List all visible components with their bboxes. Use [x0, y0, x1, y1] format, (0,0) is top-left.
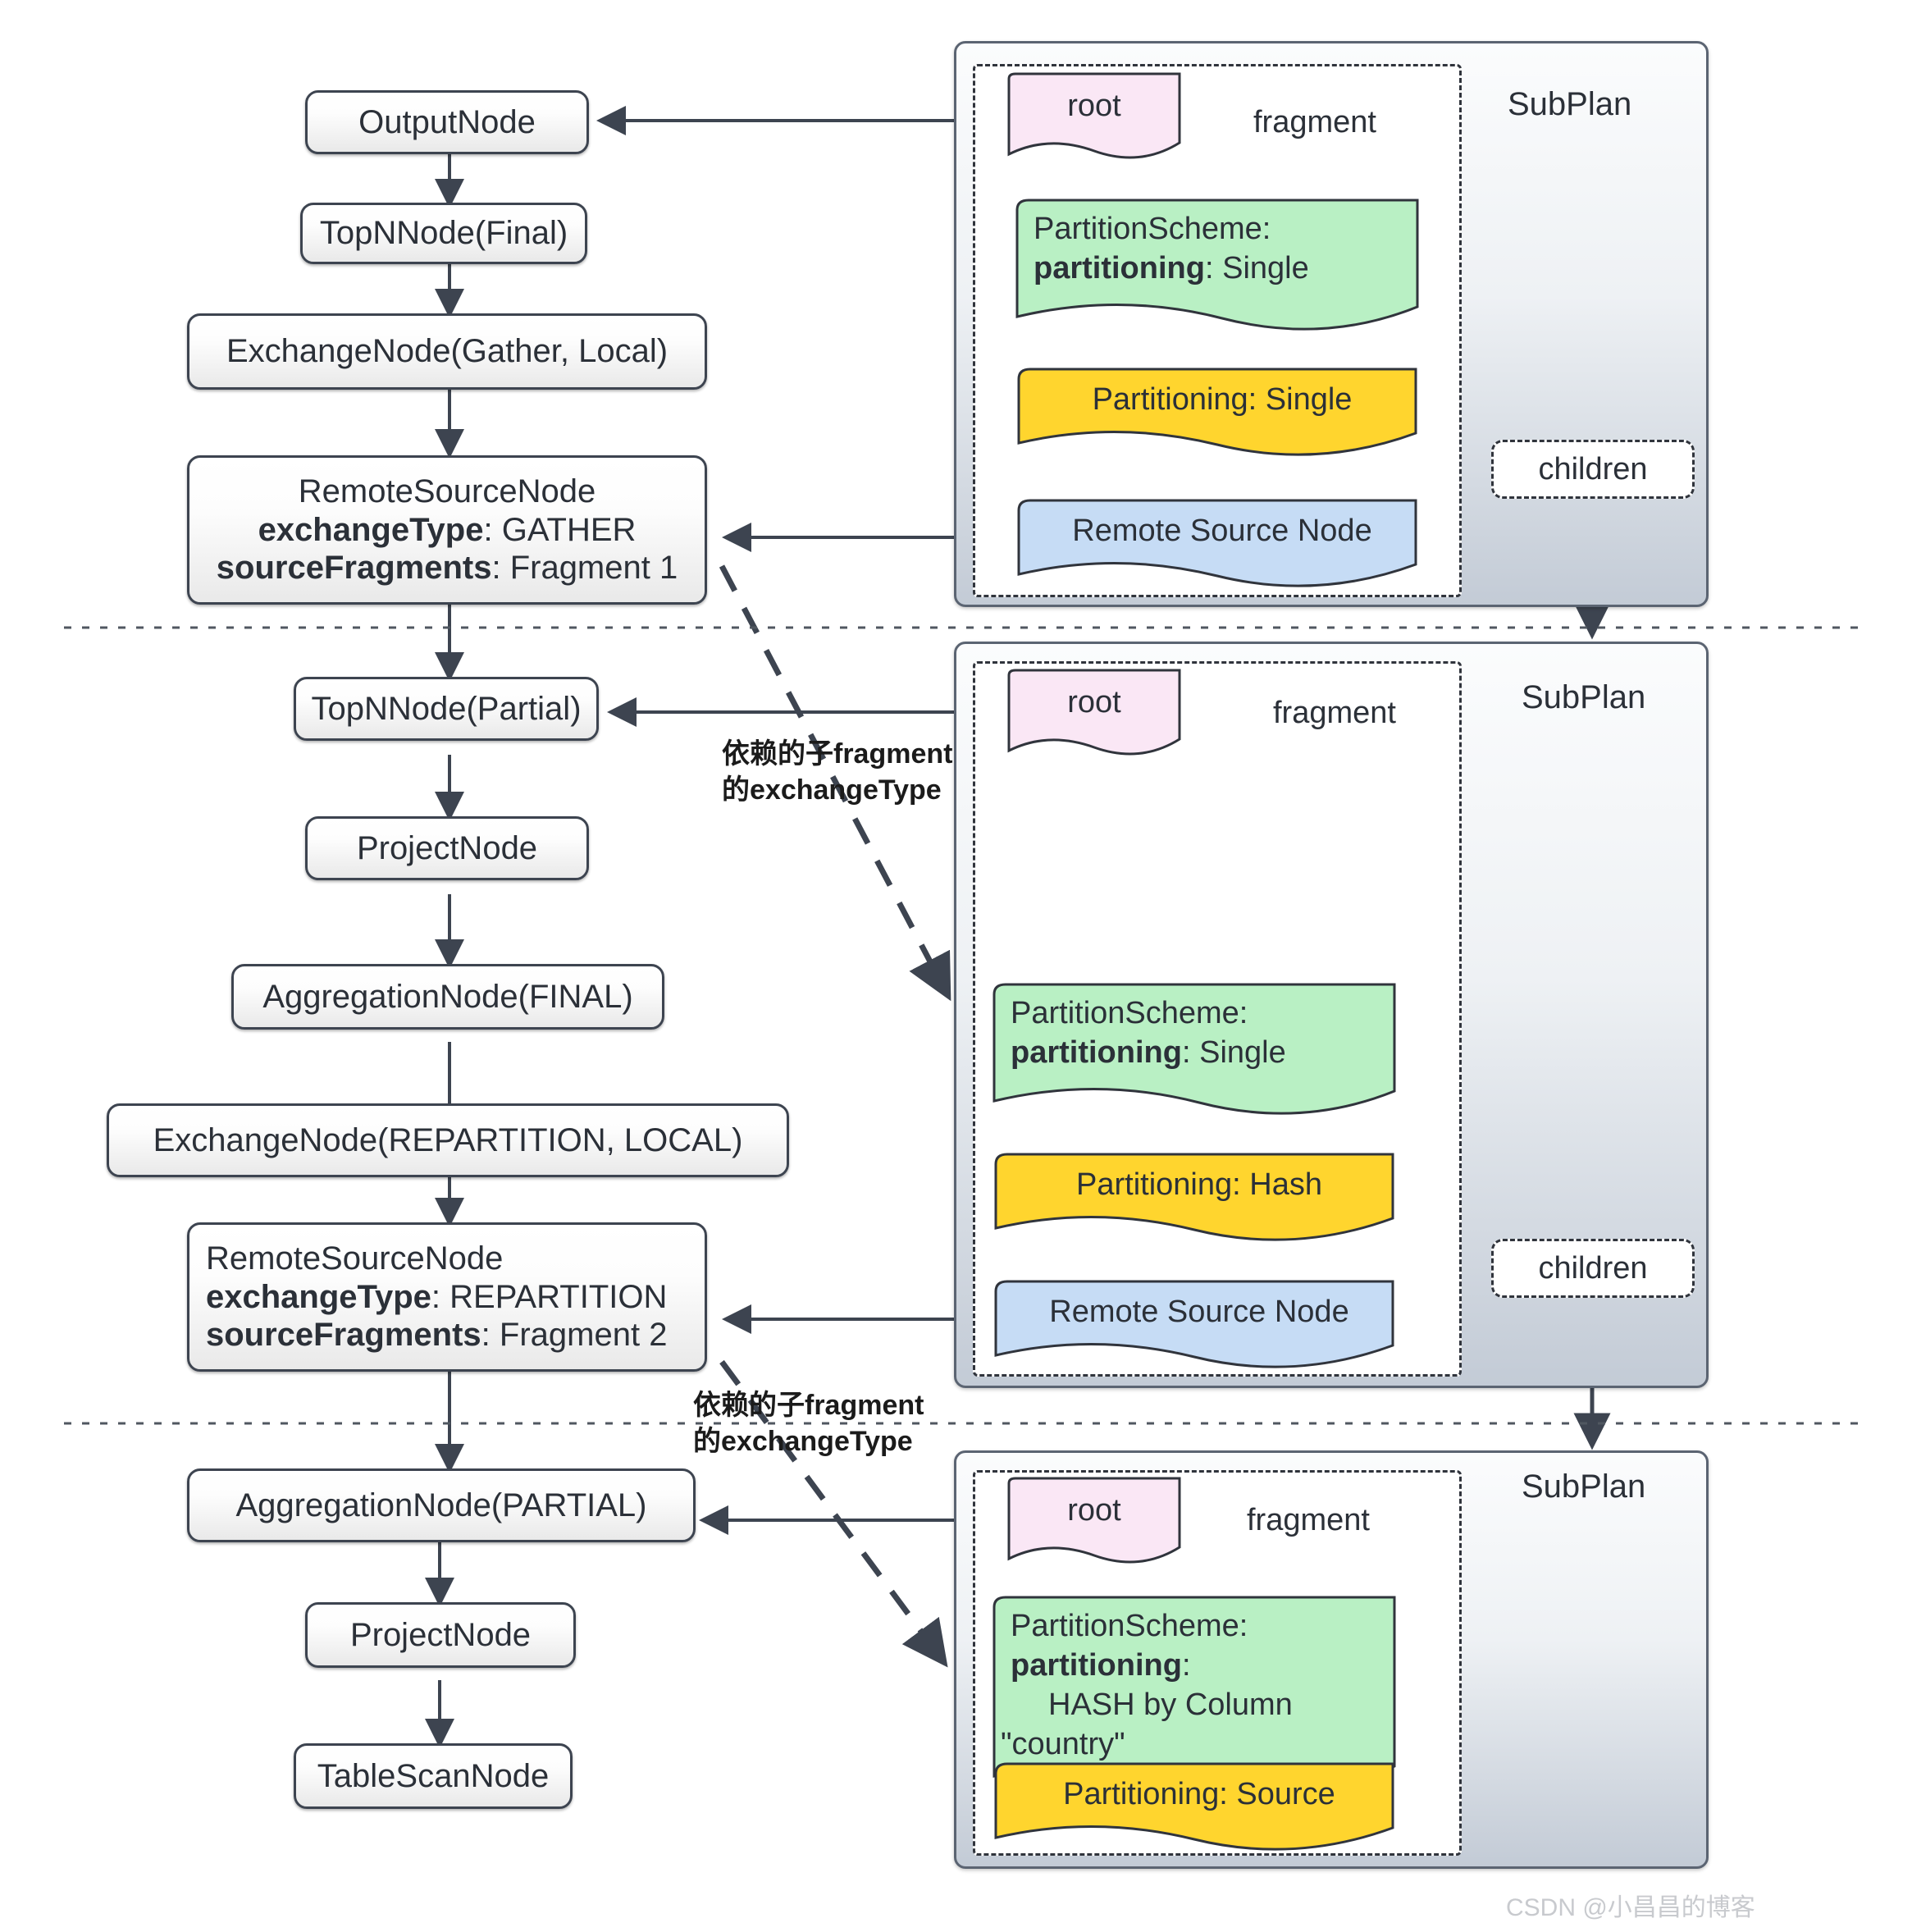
plan-node-label: ExchangeNode(Gather, Local): [226, 333, 669, 370]
root-doc-label-2: root: [1067, 685, 1121, 719]
children-label: children: [1538, 1250, 1648, 1286]
children-label: children: [1538, 451, 1648, 486]
root-doc-3[interactable]: root: [1002, 1477, 1186, 1567]
partition-scheme-text-2: PartitionScheme: partitioning: Single: [993, 983, 1406, 1085]
fragment-label-2: fragment: [1273, 696, 1396, 730]
partition-scheme-doc-1[interactable]: PartitionScheme: partitioning: Single: [1015, 199, 1429, 335]
plan-node-label: ProjectNode: [356, 829, 538, 866]
plan-node-label: ExchangeNode(REPARTITION, LOCAL): [153, 1121, 743, 1158]
fragment-label-3: fragment: [1247, 1503, 1370, 1537]
subplan-title-3: SubPlan: [1522, 1468, 1646, 1505]
plan-node-label: RemoteSourceNode: [298, 473, 596, 510]
plan-node-topn-partial[interactable]: TopNNode(Partial): [294, 677, 599, 741]
scheme-line1: PartitionScheme:: [1034, 212, 1271, 246]
plan-node-label: AggregationNode(PARTIAL): [235, 1487, 647, 1523]
plan-node-exchange-type: exchangeType: GATHER: [258, 511, 637, 548]
plan-node-label: TopNNode(Final): [319, 215, 568, 252]
scheme-line1: PartitionScheme:: [1011, 1609, 1248, 1643]
plan-node-exchange-gather[interactable]: ExchangeNode(Gather, Local): [187, 313, 707, 390]
plan-node-aggregation-final[interactable]: AggregationNode(FINAL): [231, 964, 664, 1030]
scheme-line2: partitioning: Single: [1034, 250, 1309, 285]
partitioning-doc-2[interactable]: Partitioning: Hash: [994, 1153, 1404, 1241]
subplan-title-1: SubPlan: [1508, 86, 1632, 122]
children-pill-2[interactable]: children: [1491, 1239, 1695, 1298]
plan-node-remote-source-gather[interactable]: RemoteSourceNode exchangeType: GATHER so…: [187, 455, 707, 605]
plan-node-table-scan[interactable]: TableScanNode: [294, 1743, 573, 1809]
remote-source-label-1: Remote Source Node: [1072, 514, 1372, 548]
plan-node-source-fragments: sourceFragments: Fragment 2: [206, 1317, 668, 1354]
partitioning-doc-3[interactable]: Partitioning: Source: [994, 1762, 1404, 1851]
plan-node-label: RemoteSourceNode: [206, 1240, 504, 1277]
partitioning-doc-1[interactable]: Partitioning: Single: [1017, 368, 1427, 456]
remote-source-doc-2[interactable]: Remote Source Node: [994, 1280, 1404, 1368]
plan-node-project-mid[interactable]: ProjectNode: [305, 816, 589, 880]
partition-scheme-text-3: PartitionScheme: partitioning: HASH by C…: [993, 1596, 1406, 1776]
root-doc-1[interactable]: root: [1002, 72, 1186, 162]
plan-node-label: TopNNode(Partial): [311, 690, 582, 727]
watermark: CSDN @小昌昌的博客: [1506, 1894, 1755, 1921]
plan-node-output-node[interactable]: OutputNode: [305, 90, 589, 154]
plan-node-exchange-repartition[interactable]: ExchangeNode(REPARTITION, LOCAL): [107, 1103, 789, 1177]
dependency-note-1: 依赖的子fragment 的exchangeType: [722, 738, 953, 806]
scheme-line3: HASH by Column: [1048, 1687, 1293, 1722]
root-doc-2[interactable]: root: [1002, 669, 1186, 759]
diagram-canvas: OutputNode TopNNode(Final) ExchangeNode(…: [0, 0, 1912, 1932]
partition-scheme-text-1: PartitionScheme: partitioning: Single: [1015, 199, 1429, 300]
plan-node-project-bottom[interactable]: ProjectNode: [305, 1602, 576, 1668]
children-pill-1[interactable]: children: [1491, 440, 1695, 499]
subplan-title-2: SubPlan: [1522, 679, 1646, 715]
scheme-line2: partitioning: Single: [1011, 1035, 1286, 1070]
plan-node-aggregation-partial[interactable]: AggregationNode(PARTIAL): [187, 1468, 696, 1542]
plan-node-exchange-type: exchangeType: REPARTITION: [206, 1278, 668, 1315]
plan-node-remote-source-repartition[interactable]: RemoteSourceNode exchangeType: REPARTITI…: [187, 1222, 707, 1372]
root-doc-label-3: root: [1067, 1493, 1121, 1528]
partition-scheme-doc-2[interactable]: PartitionScheme: partitioning: Single: [993, 983, 1406, 1119]
scheme-line2: partitioning:: [1011, 1647, 1191, 1683]
plan-node-label: OutputNode: [358, 103, 536, 140]
plan-node-label: TableScanNode: [317, 1757, 550, 1794]
plan-node-label: AggregationNode(FINAL): [262, 978, 633, 1015]
root-doc-label-1: root: [1067, 89, 1121, 123]
partitioning-label-2: Partitioning: Hash: [1076, 1167, 1322, 1202]
dependency-note-2: 依赖的子fragment 的exchangeType: [693, 1390, 924, 1457]
plan-node-label: ProjectNode: [349, 1616, 532, 1653]
remote-source-doc-1[interactable]: Remote Source Node: [1017, 499, 1427, 587]
plan-node-source-fragments: sourceFragments: Fragment 1: [216, 550, 678, 587]
fragment-label-1: fragment: [1253, 105, 1376, 139]
plan-node-topn-final[interactable]: TopNNode(Final): [300, 203, 587, 264]
partitioning-label-1: Partitioning: Single: [1092, 382, 1353, 417]
scheme-line4: "country": [1001, 1726, 1125, 1761]
scheme-line1: PartitionScheme:: [1011, 996, 1248, 1030]
partitioning-label-3: Partitioning: Source: [1063, 1777, 1335, 1811]
remote-source-label-2: Remote Source Node: [1049, 1295, 1349, 1329]
